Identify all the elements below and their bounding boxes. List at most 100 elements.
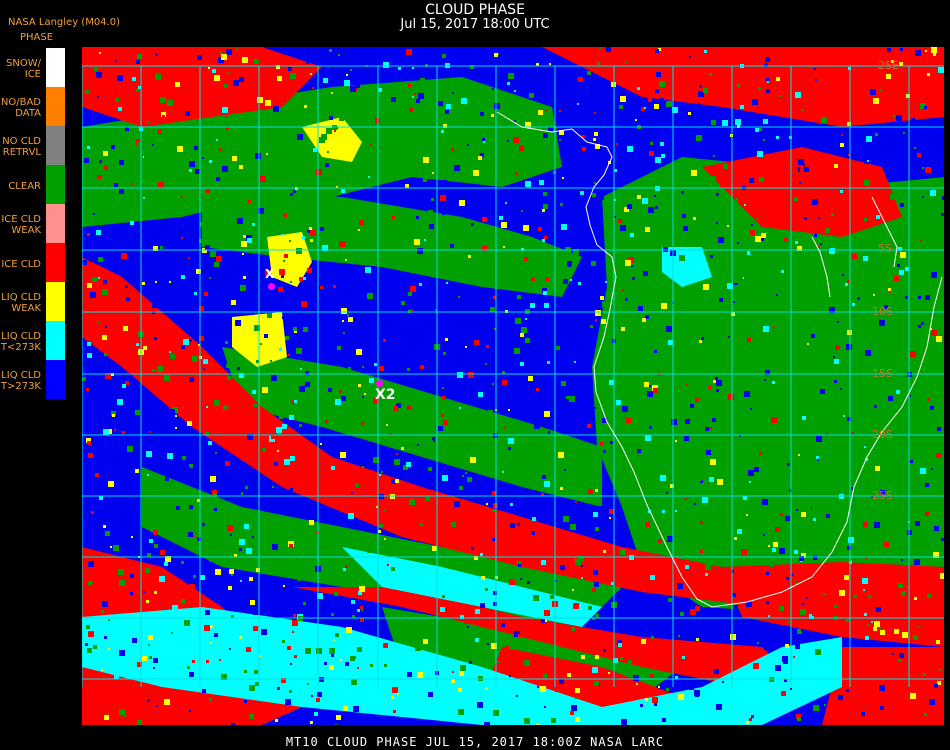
legend-swatch: [46, 360, 65, 399]
speckle-pixel: [233, 80, 239, 86]
speckle-pixel: [806, 597, 808, 599]
speckle-pixel: [381, 471, 383, 473]
speckle-pixel: [638, 306, 643, 311]
speckle-pixel: [343, 568, 346, 571]
speckle-pixel: [264, 334, 268, 338]
speckle-pixel: [340, 659, 342, 661]
speckle-pixel: [763, 119, 768, 124]
speckle-pixel: [301, 301, 307, 307]
speckle-pixel: [216, 256, 222, 262]
speckle-pixel: [881, 80, 886, 85]
speckle-pixel: [713, 626, 719, 632]
speckle-pixel: [407, 672, 412, 677]
speckle-pixel: [85, 710, 90, 715]
speckle-pixel: [513, 137, 519, 143]
speckle-pixel: [478, 156, 482, 160]
speckle-pixel: [509, 579, 515, 585]
speckle-pixel: [505, 646, 509, 650]
speckle-pixel: [458, 296, 460, 298]
speckle-pixel: [285, 699, 291, 705]
speckle-pixel: [779, 548, 785, 554]
speckle-pixel: [910, 693, 916, 699]
speckle-pixel: [655, 157, 661, 163]
speckle-pixel: [484, 722, 490, 725]
speckle-pixel: [282, 640, 285, 643]
speckle-pixel: [925, 50, 927, 52]
speckle-pixel: [524, 718, 530, 724]
speckle-pixel: [570, 279, 572, 281]
speckle-pixel: [879, 320, 885, 326]
speckle-pixel: [864, 613, 867, 616]
speckle-pixel: [137, 288, 140, 291]
speckle-pixel: [103, 151, 108, 156]
speckle-pixel: [395, 637, 398, 640]
speckle-pixel: [215, 569, 221, 575]
speckle-pixel: [931, 459, 936, 464]
speckle-pixel: [592, 667, 598, 673]
speckle-pixel: [297, 134, 303, 140]
speckle-pixel: [898, 583, 903, 588]
speckle-pixel: [624, 304, 630, 310]
speckle-pixel: [603, 450, 606, 453]
speckle-pixel: [242, 253, 244, 255]
speckle-pixel: [520, 362, 524, 366]
speckle-pixel: [873, 98, 879, 104]
speckle-pixel: [246, 548, 252, 554]
speckle-pixel: [279, 415, 283, 419]
speckle-pixel: [325, 420, 328, 423]
speckle-pixel: [440, 607, 445, 612]
speckle-pixel: [753, 663, 759, 669]
speckle-pixel: [85, 90, 89, 94]
speckle-pixel: [490, 240, 494, 244]
speckle-pixel: [182, 456, 186, 460]
speckle-pixel: [560, 565, 565, 570]
speckle-pixel: [666, 492, 668, 494]
speckle-pixel: [691, 486, 695, 490]
speckle-pixel: [591, 319, 595, 323]
speckle-pixel: [171, 632, 173, 634]
speckle-pixel: [408, 292, 412, 296]
speckle-pixel: [549, 496, 553, 500]
speckle-pixel: [364, 393, 366, 395]
speckle-pixel: [798, 454, 800, 456]
speckle-pixel: [845, 283, 848, 286]
speckle-pixel: [801, 512, 806, 517]
speckle-pixel: [260, 539, 263, 542]
speckle-pixel: [723, 164, 728, 169]
speckle-pixel: [153, 530, 158, 535]
speckle-pixel: [864, 180, 870, 186]
speckle-pixel: [683, 600, 685, 602]
speckle-pixel: [898, 238, 900, 240]
speckle-pixel: [865, 350, 871, 356]
legend-swatch: [46, 126, 65, 165]
speckle-pixel: [594, 582, 599, 587]
speckle-pixel: [678, 694, 684, 700]
legend-swatch: [46, 87, 65, 126]
speckle-pixel: [249, 577, 253, 581]
speckle-pixel: [594, 112, 596, 114]
speckle-pixel: [494, 103, 500, 109]
speckle-pixel: [218, 154, 220, 156]
speckle-pixel: [139, 460, 145, 466]
speckle-pixel: [927, 398, 930, 401]
speckle-pixel: [383, 339, 386, 342]
speckle-pixel: [838, 587, 841, 590]
speckle-pixel: [269, 527, 272, 530]
speckle-pixel: [509, 675, 511, 677]
speckle-pixel: [155, 232, 160, 237]
speckle-pixel: [761, 233, 766, 238]
speckle-pixel: [466, 594, 469, 597]
speckle-pixel: [844, 251, 848, 255]
speckle-pixel: [888, 396, 893, 401]
speckle-pixel: [631, 491, 633, 493]
speckle-pixel: [443, 352, 446, 355]
speckle-pixel: [222, 332, 224, 334]
speckle-pixel: [593, 138, 596, 141]
speckle-pixel: [920, 468, 926, 474]
speckle-pixel: [737, 529, 742, 534]
speckle-pixel: [541, 619, 545, 623]
speckle-pixel: [913, 290, 915, 292]
speckle-pixel: [914, 147, 916, 149]
speckle-pixel: [823, 143, 829, 149]
cloud-phase-map: 25E 5S 10S 15S 20S 25S X X2: [82, 47, 944, 725]
